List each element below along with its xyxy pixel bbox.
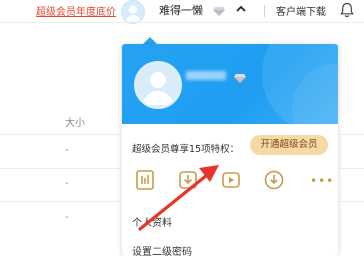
avatar-icon <box>136 63 180 107</box>
promo-link[interactable]: 超级会员年度底价 <box>36 3 116 18</box>
user-menu-popup: 超级会员尊享15项特权： 开通超级会员 ••• 个人资料 设置二级密码 <box>122 44 338 256</box>
book-icon[interactable] <box>134 169 156 191</box>
chevron-up-icon[interactable] <box>236 4 246 14</box>
blurred-username <box>186 71 226 80</box>
client-download-link[interactable]: 客户端下载 <box>276 3 326 18</box>
avatar[interactable] <box>121 0 145 24</box>
bell-icon[interactable] <box>340 2 354 18</box>
top-bar: 超级会员年度底价 难得一懒 客户端下载 <box>0 0 364 24</box>
size-cell: - <box>65 178 69 189</box>
menu-item-profile[interactable]: 个人资料 <box>132 214 172 229</box>
avatar-icon <box>125 5 141 22</box>
cloud-download-icon[interactable] <box>263 169 285 191</box>
vip-diamond-icon <box>234 74 246 83</box>
popup-pointer <box>143 37 157 44</box>
download-box-icon[interactable] <box>177 169 199 191</box>
more-icon[interactable]: ••• <box>310 174 334 188</box>
row-divider <box>0 168 120 169</box>
row-divider <box>0 134 120 135</box>
popup-header <box>122 44 338 124</box>
profile-avatar[interactable] <box>134 61 182 109</box>
menu-item-secondary-password[interactable]: 设置二级密码 <box>132 243 192 256</box>
divider <box>264 5 265 17</box>
row-divider <box>0 201 120 202</box>
size-cell: - <box>65 145 69 156</box>
username[interactable]: 难得一懒 <box>159 2 203 18</box>
video-play-icon[interactable] <box>220 169 242 191</box>
size-column-header[interactable]: 大小 <box>65 114 85 129</box>
size-cell: - <box>65 212 69 223</box>
vip-diamond-icon <box>213 7 225 16</box>
open-vip-button[interactable]: 开通超级会员 <box>250 135 328 155</box>
vip-privilege-text: 超级会员尊享15项特权： <box>132 144 240 155</box>
